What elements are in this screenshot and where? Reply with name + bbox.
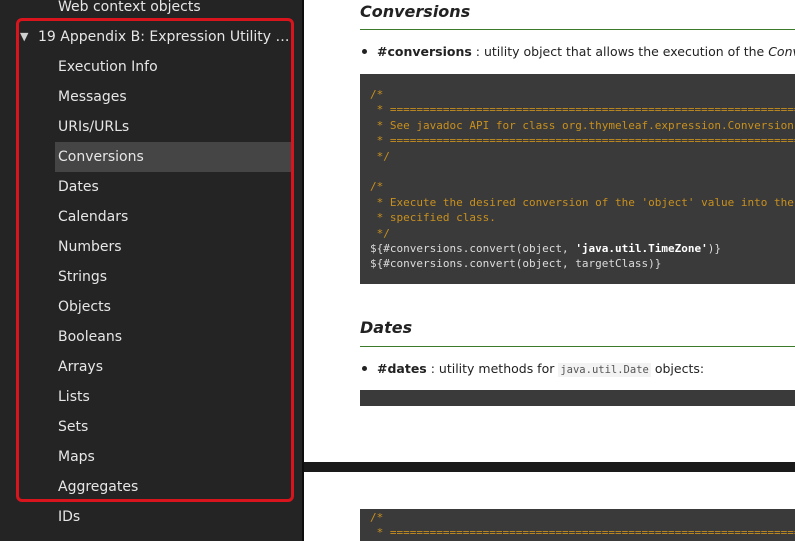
sidebar-item-conversions[interactable]: Conversions (55, 142, 292, 172)
section-title-dates: Dates (360, 318, 413, 337)
sidebar-item-label: Aggregates (58, 479, 139, 495)
bullet-icon (362, 49, 367, 54)
bullet-icon (362, 366, 367, 371)
code-block-dates (360, 390, 795, 406)
conversions-key: #conversions (377, 44, 472, 59)
code-line: ${#conversions.convert(object, targetCla… (370, 257, 662, 271)
sidebar-item-label: IDs (58, 509, 81, 525)
sidebar-item-label: Execution Info (58, 59, 158, 75)
code-line: /* (370, 180, 384, 194)
code-line: */ (370, 226, 390, 240)
dates-description: #dates : utility methods for java.util.D… (360, 361, 705, 377)
sidebar-item-label: 19 Appendix B: Expression Utility Obj… (38, 29, 290, 45)
sidebar-item-appendix-b[interactable]: ▼ 19 Appendix B: Expression Utility Obj… (0, 22, 292, 52)
sidebar-item-label: Messages (58, 89, 127, 105)
page-break (304, 462, 795, 472)
expand-triangle-icon[interactable]: ▼ (20, 22, 28, 52)
code-line: * ======================================… (376, 103, 795, 117)
code-block-next-page: /* * ===================================… (360, 509, 795, 541)
sidebar-item-label: Maps (58, 449, 95, 465)
dates-key: #dates (377, 361, 427, 376)
section-rule (360, 29, 795, 30)
sidebar-item-label: Web context objects (58, 0, 201, 15)
code-line: * ======================================… (376, 134, 795, 148)
code-line: * See javadoc API for class org.thymelea… (370, 118, 795, 132)
code-line: * Execute the desired conversion of the … (370, 195, 794, 209)
document-content: Conversions #conversions : utility objec… (304, 0, 795, 541)
code-block-conversions: /* * ===================================… (360, 74, 795, 284)
sidebar-item-label: Dates (58, 179, 99, 195)
sidebar-item-label: Arrays (58, 359, 104, 375)
code-line: * ======================================… (376, 526, 795, 540)
section-rule (360, 346, 795, 347)
code-line: */ (370, 149, 390, 163)
sidebar-item-label: Sets (58, 419, 89, 435)
sidebar-item-label: Strings (58, 269, 108, 285)
dates-tail: objects: (650, 361, 705, 376)
sidebar-item-label: Objects (58, 299, 111, 315)
section-title-conversions: Conversions (360, 2, 471, 21)
conversions-text: : utility object that allows the executi… (471, 44, 769, 59)
sidebar-item-label: URIs/URLs (58, 119, 130, 135)
dates-class-code: java.util.Date (558, 363, 651, 377)
sidebar-item-label: Calendars (58, 209, 129, 225)
sidebar-item-label: Booleans (58, 329, 122, 345)
sidebar-item-label: Lists (58, 389, 90, 405)
dates-text: : utility methods for (426, 361, 559, 376)
toc-sidebar: Web context objects ▼ 19 Appendix B: Exp… (0, 0, 303, 541)
conversions-description: #conversions : utility object that allow… (360, 44, 795, 59)
code-line: /* (370, 511, 384, 524)
sidebar-item-label: Conversions (58, 149, 144, 165)
conversions-link[interactable]: Conversion S (768, 44, 795, 59)
code-line: ${#conversions.convert(object, 'java.uti… (370, 242, 722, 256)
sidebar-item-label: Numbers (58, 239, 122, 255)
code-line: /* (370, 88, 384, 101)
code-line: * specified class. (370, 211, 496, 225)
